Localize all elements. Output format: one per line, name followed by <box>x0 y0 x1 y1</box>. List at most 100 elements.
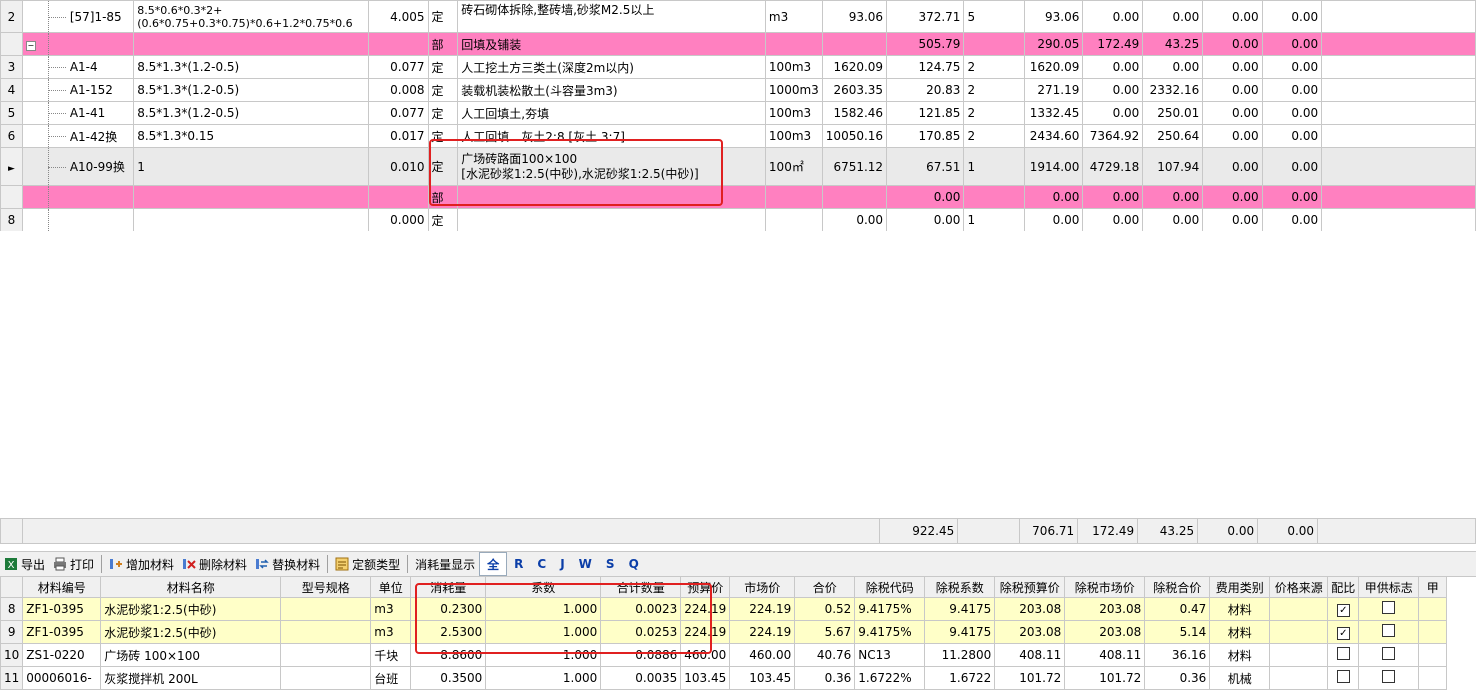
ratio-checkbox[interactable]: ✓ <box>1336 626 1350 640</box>
delete-material-button[interactable]: 删除材料 <box>178 553 251 575</box>
material-row[interactable]: 10 ZS1-0220 广场砖 100×100 千块 8.8600 1.000 0.0886… <box>0 643 1448 667</box>
ratio-checkbox-cell[interactable] <box>1327 666 1360 690</box>
quota-c4[interactable]: 0.00 <box>1202 32 1263 56</box>
material-budget[interactable]: 460.00 <box>680 643 731 667</box>
row-number[interactable]: 5 <box>0 101 23 125</box>
material-coef[interactable]: 1.000 <box>485 620 602 644</box>
row-number[interactable]: 3 <box>0 55 23 79</box>
quota-code[interactable] <box>38 185 135 209</box>
material-tax-coef[interactable]: 11.2800 <box>924 643 996 667</box>
quota-code[interactable] <box>38 32 135 56</box>
quota-price[interactable]: 93.06 <box>821 0 888 33</box>
quota-c1[interactable]: 271.19 <box>1024 78 1084 102</box>
quota-price[interactable]: 1620.09 <box>821 55 888 79</box>
quota-unit[interactable]: 100m3 <box>764 101 823 125</box>
column-header[interactable]: 价格来源 <box>1269 576 1329 598</box>
material-tax-budget[interactable]: 203.08 <box>994 620 1066 644</box>
quota-c1[interactable]: 0.00 <box>1024 208 1084 232</box>
quota-n[interactable]: 2 <box>963 101 1026 125</box>
quota-qty[interactable]: 0.000 <box>367 208 429 232</box>
quota-c4[interactable]: 0.00 <box>1202 185 1263 209</box>
material-tax-code[interactable]: NC13 <box>854 643 926 667</box>
quota-c1[interactable]: 0.00 <box>1024 185 1084 209</box>
quota-c5[interactable]: 0.00 <box>1261 32 1323 56</box>
material-market[interactable]: 460.00 <box>729 643 796 667</box>
material-total-qty[interactable]: 0.0886 <box>600 643 682 667</box>
quota-total[interactable]: 121.85 <box>886 101 965 125</box>
material-unit[interactable]: 千块 <box>370 643 412 667</box>
quota-c2[interactable]: 4729.18 <box>1082 147 1144 186</box>
quota-c1[interactable]: 93.06 <box>1024 0 1084 33</box>
quota-code[interactable]: [57]1-85 <box>38 0 135 33</box>
material-spec[interactable] <box>280 643 372 667</box>
quota-total[interactable]: 0.00 <box>886 208 965 232</box>
quota-c1[interactable]: 1332.45 <box>1024 101 1084 125</box>
material-coef[interactable]: 1.000 <box>485 597 602 621</box>
quota-type[interactable]: 定 <box>427 78 459 102</box>
quota-n[interactable]: 2 <box>963 55 1026 79</box>
quota-c5[interactable]: 0.00 <box>1261 0 1323 33</box>
quota-c2[interactable]: 0.00 <box>1082 78 1144 102</box>
material-fee[interactable]: 材料 <box>1209 620 1271 644</box>
material-tax-amount[interactable]: 36.16 <box>1144 643 1211 667</box>
filter-c[interactable]: C <box>530 553 553 575</box>
column-header[interactable]: 材料名称 <box>100 576 282 598</box>
material-total-qty[interactable]: 0.0035 <box>600 666 682 690</box>
material-spec[interactable] <box>280 597 372 621</box>
material-tax-market[interactable]: 203.08 <box>1064 620 1146 644</box>
quota-c3[interactable]: 2332.16 <box>1142 78 1204 102</box>
material-market[interactable]: 224.19 <box>729 620 796 644</box>
quota-price[interactable] <box>821 32 888 56</box>
quota-total[interactable]: 67.51 <box>886 147 965 186</box>
quota-type-button[interactable]: 定额类型 <box>331 553 404 575</box>
material-budget[interactable]: 103.45 <box>680 666 731 690</box>
material-unit[interactable]: 台班 <box>370 666 412 690</box>
quota-name[interactable]: 回填及铺装 <box>457 32 766 56</box>
material-fee[interactable]: 机械 <box>1209 666 1271 690</box>
quota-n[interactable]: 2 <box>963 78 1026 102</box>
material-tax-budget[interactable]: 101.72 <box>994 666 1066 690</box>
supply-checkbox-cell[interactable] <box>1358 666 1420 690</box>
quota-c1[interactable]: 2434.60 <box>1024 124 1084 148</box>
quota-unit[interactable] <box>764 185 823 209</box>
material-consume[interactable]: 8.8600 <box>410 643 487 667</box>
quota-name[interactable] <box>457 185 766 209</box>
filter-w[interactable]: W <box>572 553 599 575</box>
quota-price[interactable]: 2603.35 <box>821 78 888 102</box>
quantity-expression[interactable]: 8.5*1.3*(1.2-0.5) <box>133 101 369 125</box>
quantity-expression[interactable] <box>133 185 369 209</box>
quota-qty[interactable]: 0.077 <box>367 55 429 79</box>
quota-c3[interactable]: 0.00 <box>1142 55 1204 79</box>
supply-checkbox[interactable] <box>1382 647 1396 660</box>
row-number[interactable]: ► <box>0 147 23 186</box>
quota-code[interactable] <box>38 208 135 232</box>
quota-c1[interactable]: 1914.00 <box>1024 147 1084 186</box>
quota-unit[interactable] <box>764 208 823 232</box>
column-header[interactable]: 预算价 <box>680 576 731 598</box>
material-code[interactable]: ZF1-0395 <box>22 620 102 644</box>
quota-type[interactable]: 定 <box>427 55 459 79</box>
quota-unit[interactable]: 100㎡ <box>764 147 823 186</box>
export-button[interactable]: X 导出 <box>0 553 49 575</box>
column-header[interactable]: 除税市场价 <box>1064 576 1146 598</box>
quota-type[interactable]: 部 <box>427 185 459 209</box>
quota-total[interactable]: 124.75 <box>886 55 965 79</box>
quota-type[interactable]: 定 <box>427 101 459 125</box>
quota-unit[interactable] <box>764 32 823 56</box>
column-header[interactable]: 系数 <box>485 576 602 598</box>
quantity-expression[interactable]: 8.5*1.3*0.15 <box>133 124 369 148</box>
quota-c5[interactable]: 0.00 <box>1261 78 1323 102</box>
quota-type[interactable]: 部 <box>427 32 459 56</box>
material-tax-amount[interactable]: 0.47 <box>1144 597 1211 621</box>
column-header[interactable]: 合价 <box>794 576 856 598</box>
material-name[interactable]: 水泥砂浆1:2.5(中砂) <box>100 597 282 621</box>
column-header[interactable]: 费用类别 <box>1209 576 1271 598</box>
quota-unit[interactable]: 1000m3 <box>764 78 823 102</box>
quota-c3[interactable]: 0.00 <box>1142 208 1204 232</box>
quota-qty[interactable]: 0.017 <box>367 124 429 148</box>
quota-c2[interactable]: 0.00 <box>1082 0 1144 33</box>
column-header[interactable]: 配比 <box>1327 576 1360 598</box>
material-total-qty[interactable]: 0.0253 <box>600 620 682 644</box>
material-tax-code[interactable]: 9.4175% <box>854 620 926 644</box>
quota-name[interactable]: 人工回填土,夯填 <box>457 101 766 125</box>
